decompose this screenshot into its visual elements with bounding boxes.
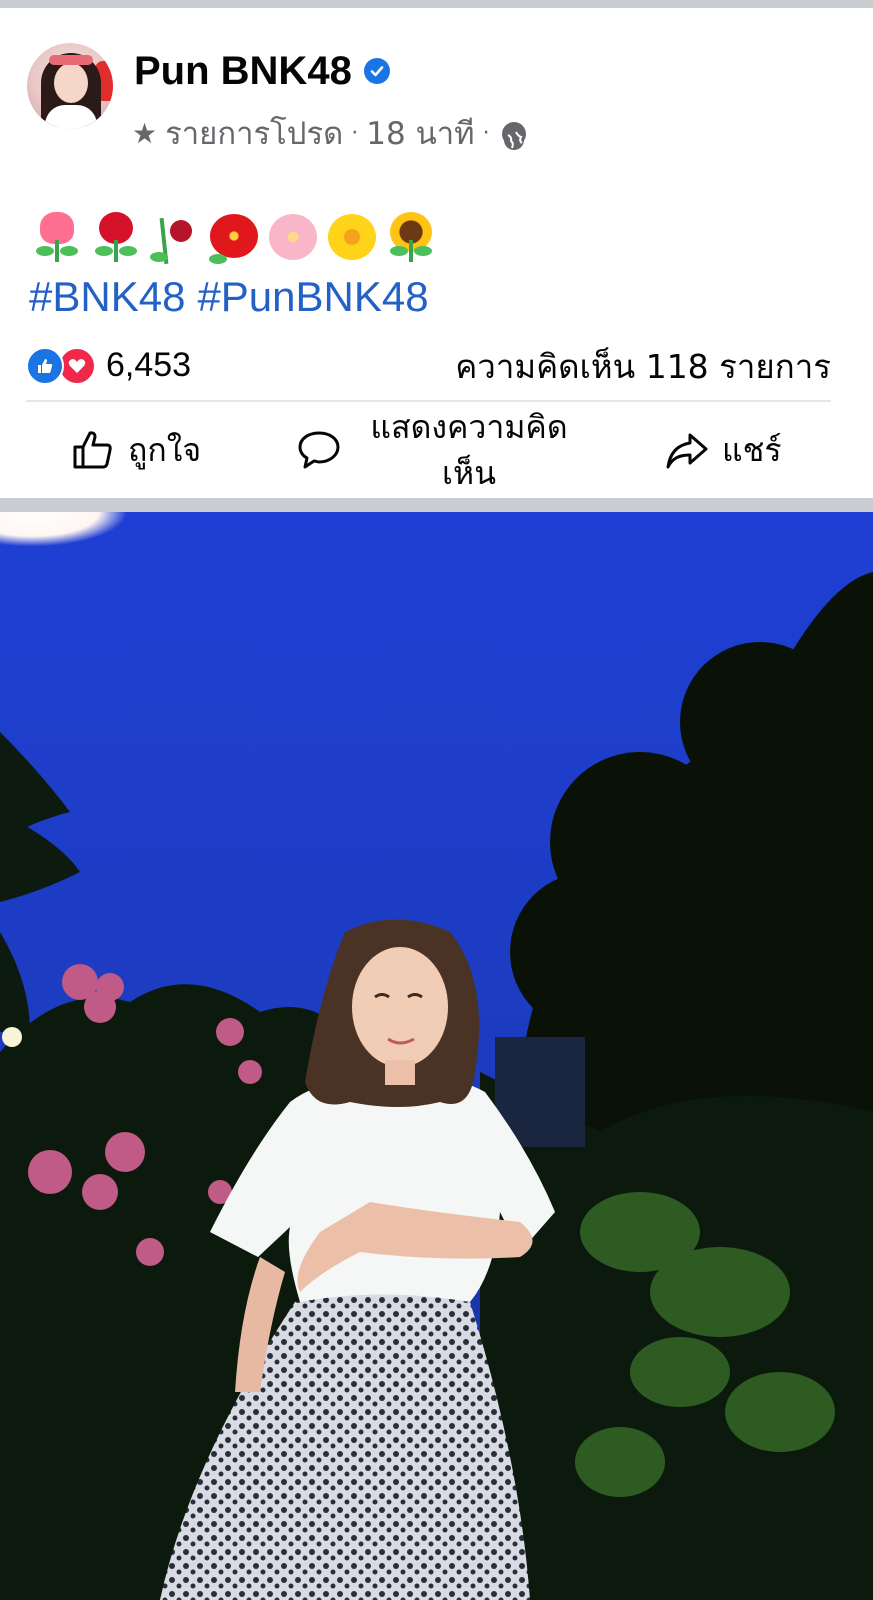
hashtag-link[interactable]: #BNK48 — [29, 273, 185, 320]
post-time[interactable]: 18 นาที — [366, 114, 474, 154]
avatar-shirt — [45, 105, 97, 129]
avatar-headband — [49, 55, 93, 65]
like-button[interactable]: ถูกใจ — [70, 404, 201, 496]
wilted-flower-icon — [148, 210, 202, 266]
reaction-count: 6,453 — [106, 346, 192, 384]
divider — [26, 400, 831, 402]
emoji-row — [30, 210, 438, 266]
comment-label: แสดงความคิดเห็น — [370, 408, 568, 492]
action-bar: ถูกใจ แสดงความคิดเห็น แชร์ — [0, 404, 873, 496]
post-photo[interactable] — [0, 512, 873, 1600]
like-reaction-icon — [26, 346, 64, 385]
meta-separator: · — [351, 121, 359, 146]
rose-icon — [89, 210, 143, 266]
share-label: แชร์ — [722, 430, 782, 469]
reactions-summary[interactable]: 6,453 — [26, 346, 191, 385]
share-arrow-icon — [666, 433, 708, 469]
like-label: ถูกใจ — [128, 430, 202, 469]
face — [352, 947, 448, 1067]
avatar-face — [54, 63, 88, 103]
comments-count[interactable]: ความคิดเห็น 118 รายการ — [455, 346, 831, 388]
hashtag-link[interactable]: #PunBNK48 — [197, 273, 428, 320]
author-avatar[interactable] — [27, 43, 113, 129]
hashtags: #BNK48 #PunBNK48 — [29, 272, 441, 322]
author-name[interactable]: Pun BNK48 — [134, 48, 352, 94]
favorites-label[interactable]: รายการโปรด — [165, 114, 343, 154]
hibiscus-icon — [207, 210, 261, 266]
comment-button[interactable]: แสดงความคิดเห็น — [296, 404, 584, 496]
globe-icon — [501, 122, 526, 150]
post-card: Pun BNK48 ★ รายการโปรด · 18 นาที · #BNK4… — [0, 8, 873, 498]
tulip-icon — [30, 210, 84, 266]
street-light — [2, 1027, 22, 1047]
thumbs-up-icon — [73, 431, 112, 469]
meta-separator: · — [482, 121, 490, 146]
sunflower-icon — [384, 210, 438, 266]
share-button[interactable]: แชร์ — [664, 404, 782, 496]
author-row: Pun BNK48 — [134, 48, 390, 94]
blossom-icon — [325, 210, 379, 266]
post-meta: ★ รายการโปรด · 18 นาที · — [132, 114, 526, 154]
comment-bubble-icon — [298, 431, 340, 469]
star-icon: ★ — [132, 117, 158, 150]
verified-badge-icon — [363, 58, 390, 84]
cherry-blossom-icon — [266, 210, 320, 266]
